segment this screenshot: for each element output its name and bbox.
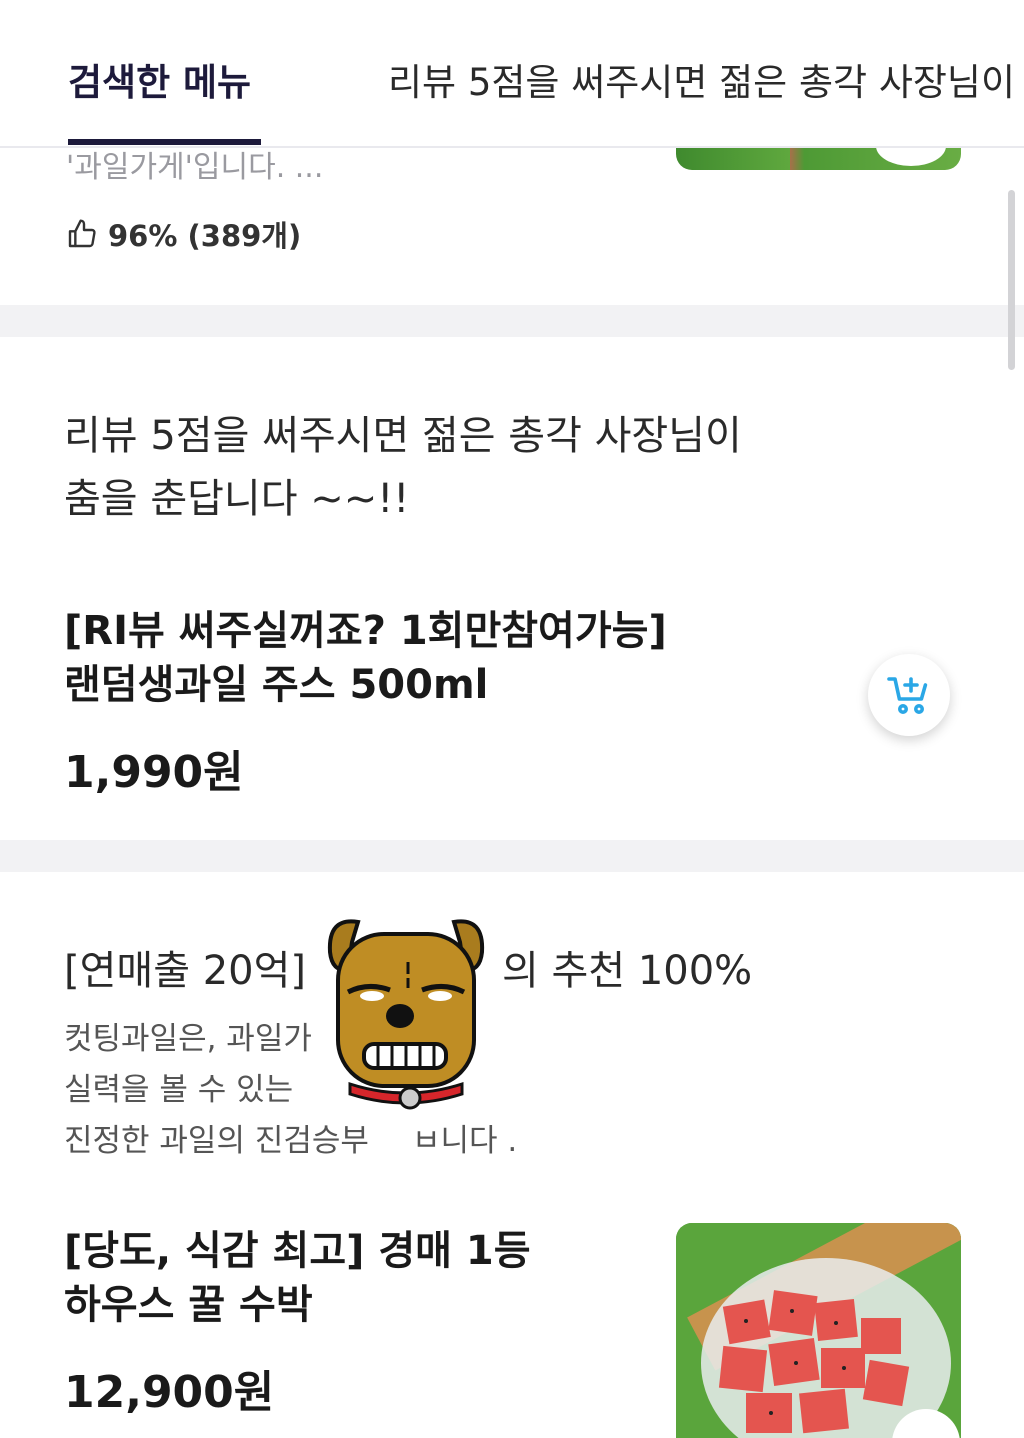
card-title-line: 리뷰 5점을 써주시면 젊은 총각 사장님이 <box>64 413 742 459</box>
card-description-line: ㅂ니다 . <box>412 1123 518 1159</box>
section-divider <box>0 840 1024 872</box>
tab-searched-menu[interactable]: 검색한 메뉴 <box>68 52 251 106</box>
scrollbar[interactable] <box>1008 190 1015 370</box>
add-to-cart-icon <box>887 677 928 714</box>
previous-item-image[interactable] <box>676 146 961 170</box>
previous-item-description: '과일가게'입니다. ... <box>66 150 324 185</box>
menu-item-name-line: [당도, 식감 최고] 경매 1등 <box>64 1228 531 1274</box>
card-description-line: 실력을 볼 수 있는 <box>64 1072 294 1108</box>
menu-item-name-line: 랜덤생과일 주스 500ml <box>64 662 489 708</box>
previous-item-rating: 96% (389개) <box>66 213 301 255</box>
tab-review-event[interactable]: 리뷰 5점을 써주시면 젊은 총각 사장님이 <box>388 52 1015 106</box>
menu-item-price: 1,990원 <box>64 747 244 798</box>
card-title-left: [연매출 20억] <box>64 948 307 994</box>
menu-tab-bar: 검색한 메뉴 리뷰 5점을 써주시면 젊은 총각 사장님이 <box>0 0 1024 148</box>
menu-item-name[interactable]: [당도, 식감 최고] 경매 1등 하우스 꿀 수박 <box>64 1224 724 1332</box>
card-description-line: 컷팅과일은, 과일가 <box>64 1021 312 1057</box>
card-title-line: 춤을 춘답니다 ~~!! <box>64 476 410 522</box>
card-title-right: 의 추천 100% <box>502 948 753 994</box>
active-tab-indicator <box>68 139 261 145</box>
card-description-line: 진정한 과일의 진검승부 <box>64 1123 369 1159</box>
rating-text: 96% (389개) <box>108 219 302 253</box>
card-title: 리뷰 5점을 써주시면 젊은 총각 사장님이 춤을 춘답니다 ~~!! <box>64 405 844 531</box>
menu-item-name[interactable]: [RI뷰 써주실꺼죠? 1회만참여가능] 랜덤생과일 주스 500ml <box>64 604 724 712</box>
thumbs-up-icon <box>68 219 96 248</box>
ryan-dog-sticker <box>327 919 485 1110</box>
watermelon-menu-image[interactable] <box>676 1223 961 1438</box>
menu-item-price: 12,900원 <box>64 1367 275 1418</box>
menu-item-name-line: 하우스 꿀 수박 <box>64 1282 313 1328</box>
add-to-cart-button[interactable] <box>868 654 950 736</box>
menu-item-name-line: [RI뷰 써주실꺼죠? 1회만참여가능] <box>64 608 667 654</box>
section-divider <box>0 305 1024 337</box>
